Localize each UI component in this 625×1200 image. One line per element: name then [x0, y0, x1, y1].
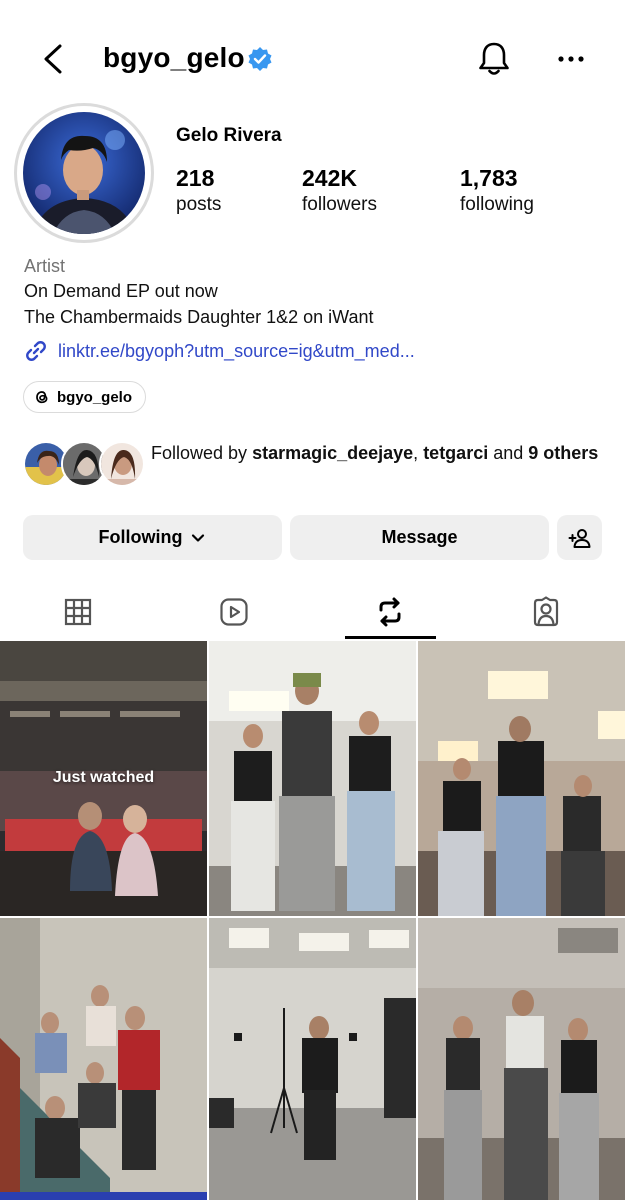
profile-link[interactable]: linktr.ee/bgyoph?utm_source=ig&utm_med..…: [24, 338, 415, 364]
threads-profile-chip[interactable]: bgyo_gelo: [23, 381, 147, 413]
add-user-icon: [568, 528, 590, 548]
bell-icon[interactable]: [476, 40, 512, 78]
grid-item[interactable]: Just watched: [0, 641, 207, 916]
following-button-label: Following: [98, 527, 183, 547]
mutual-username[interactable]: tetgarci: [423, 443, 488, 463]
threads-icon: [36, 391, 48, 404]
posts-count: 218: [176, 165, 215, 191]
selected-tab-indicator: [345, 636, 436, 639]
others-count[interactable]: 9 others: [528, 443, 598, 463]
link-text: linktr.ee/bgyoph?utm_source=ig&utm_med..…: [58, 340, 415, 361]
profile-category: Artist: [24, 256, 66, 276]
tab-reels[interactable]: [156, 583, 312, 640]
post-thumbnail: [0, 918, 207, 1200]
followers-count: 242K: [302, 165, 357, 191]
following-button[interactable]: Following: [23, 515, 282, 560]
posts-label: posts: [176, 194, 222, 215]
repost-icon: [379, 597, 401, 626]
post-thumbnail: [209, 641, 416, 916]
profile-header: bgyo_gelo: [0, 0, 625, 118]
mutual-avatar: [99, 441, 145, 487]
following-count: 1,783: [460, 165, 518, 191]
following-stat[interactable]: 1,783 following: [460, 165, 534, 216]
suggest-users-button[interactable]: [557, 515, 602, 560]
following-label: following: [460, 194, 534, 215]
grid-item[interactable]: [209, 918, 416, 1200]
profile-tabs: [0, 583, 625, 640]
followed-by-prefix: Followed by: [151, 443, 253, 463]
and-text: and: [488, 443, 529, 463]
profile-avatar[interactable]: [23, 112, 145, 234]
post-thumbnail: [418, 641, 625, 916]
grid-icon: [64, 598, 92, 625]
chevron-down-icon: [192, 533, 205, 542]
grid-item[interactable]: [209, 641, 416, 916]
just-watched-overlay: Just watched: [52, 769, 155, 786]
bio-line: The Chambermaids Daughter 1&2 on iWant: [24, 307, 374, 327]
post-thumbnail: [209, 918, 416, 1200]
link-icon: [26, 341, 46, 361]
verified-badge-icon: [248, 47, 272, 71]
back-icon[interactable]: [40, 42, 68, 76]
mutual-followers-avatars[interactable]: [23, 441, 145, 489]
threads-handle: bgyo_gelo: [57, 388, 133, 406]
grid-item[interactable]: [0, 918, 207, 1200]
mutual-username[interactable]: starmagic_deejaye: [252, 443, 413, 463]
followers-stat[interactable]: 242K followers: [302, 165, 377, 216]
posts-stat[interactable]: 218 posts: [176, 165, 221, 216]
tab-posts-grid[interactable]: [0, 583, 156, 640]
message-button-label: Message: [381, 527, 458, 547]
followed-by-text[interactable]: Followed by starmagic_deejaye, tetgarci …: [151, 440, 601, 466]
tab-tagged[interactable]: [468, 583, 624, 640]
profile-display-name: Gelo Rivera: [176, 125, 282, 146]
profile-username: bgyo_gelo: [103, 42, 245, 73]
grid-item[interactable]: [418, 641, 625, 916]
reposts-grid: Just watched: [0, 641, 625, 1200]
reels-icon: [220, 597, 248, 626]
bio-line: On Demand EP out now: [24, 281, 218, 301]
followers-label: followers: [302, 194, 377, 215]
avatar-photo: [23, 112, 145, 234]
more-options-icon[interactable]: [556, 46, 586, 72]
message-button[interactable]: Message: [290, 515, 549, 560]
grid-item[interactable]: [418, 918, 625, 1200]
post-thumbnail: [418, 918, 625, 1200]
tagged-user-icon: [533, 595, 559, 626]
tab-reposts[interactable]: [312, 583, 468, 640]
separator: ,: [413, 443, 424, 463]
